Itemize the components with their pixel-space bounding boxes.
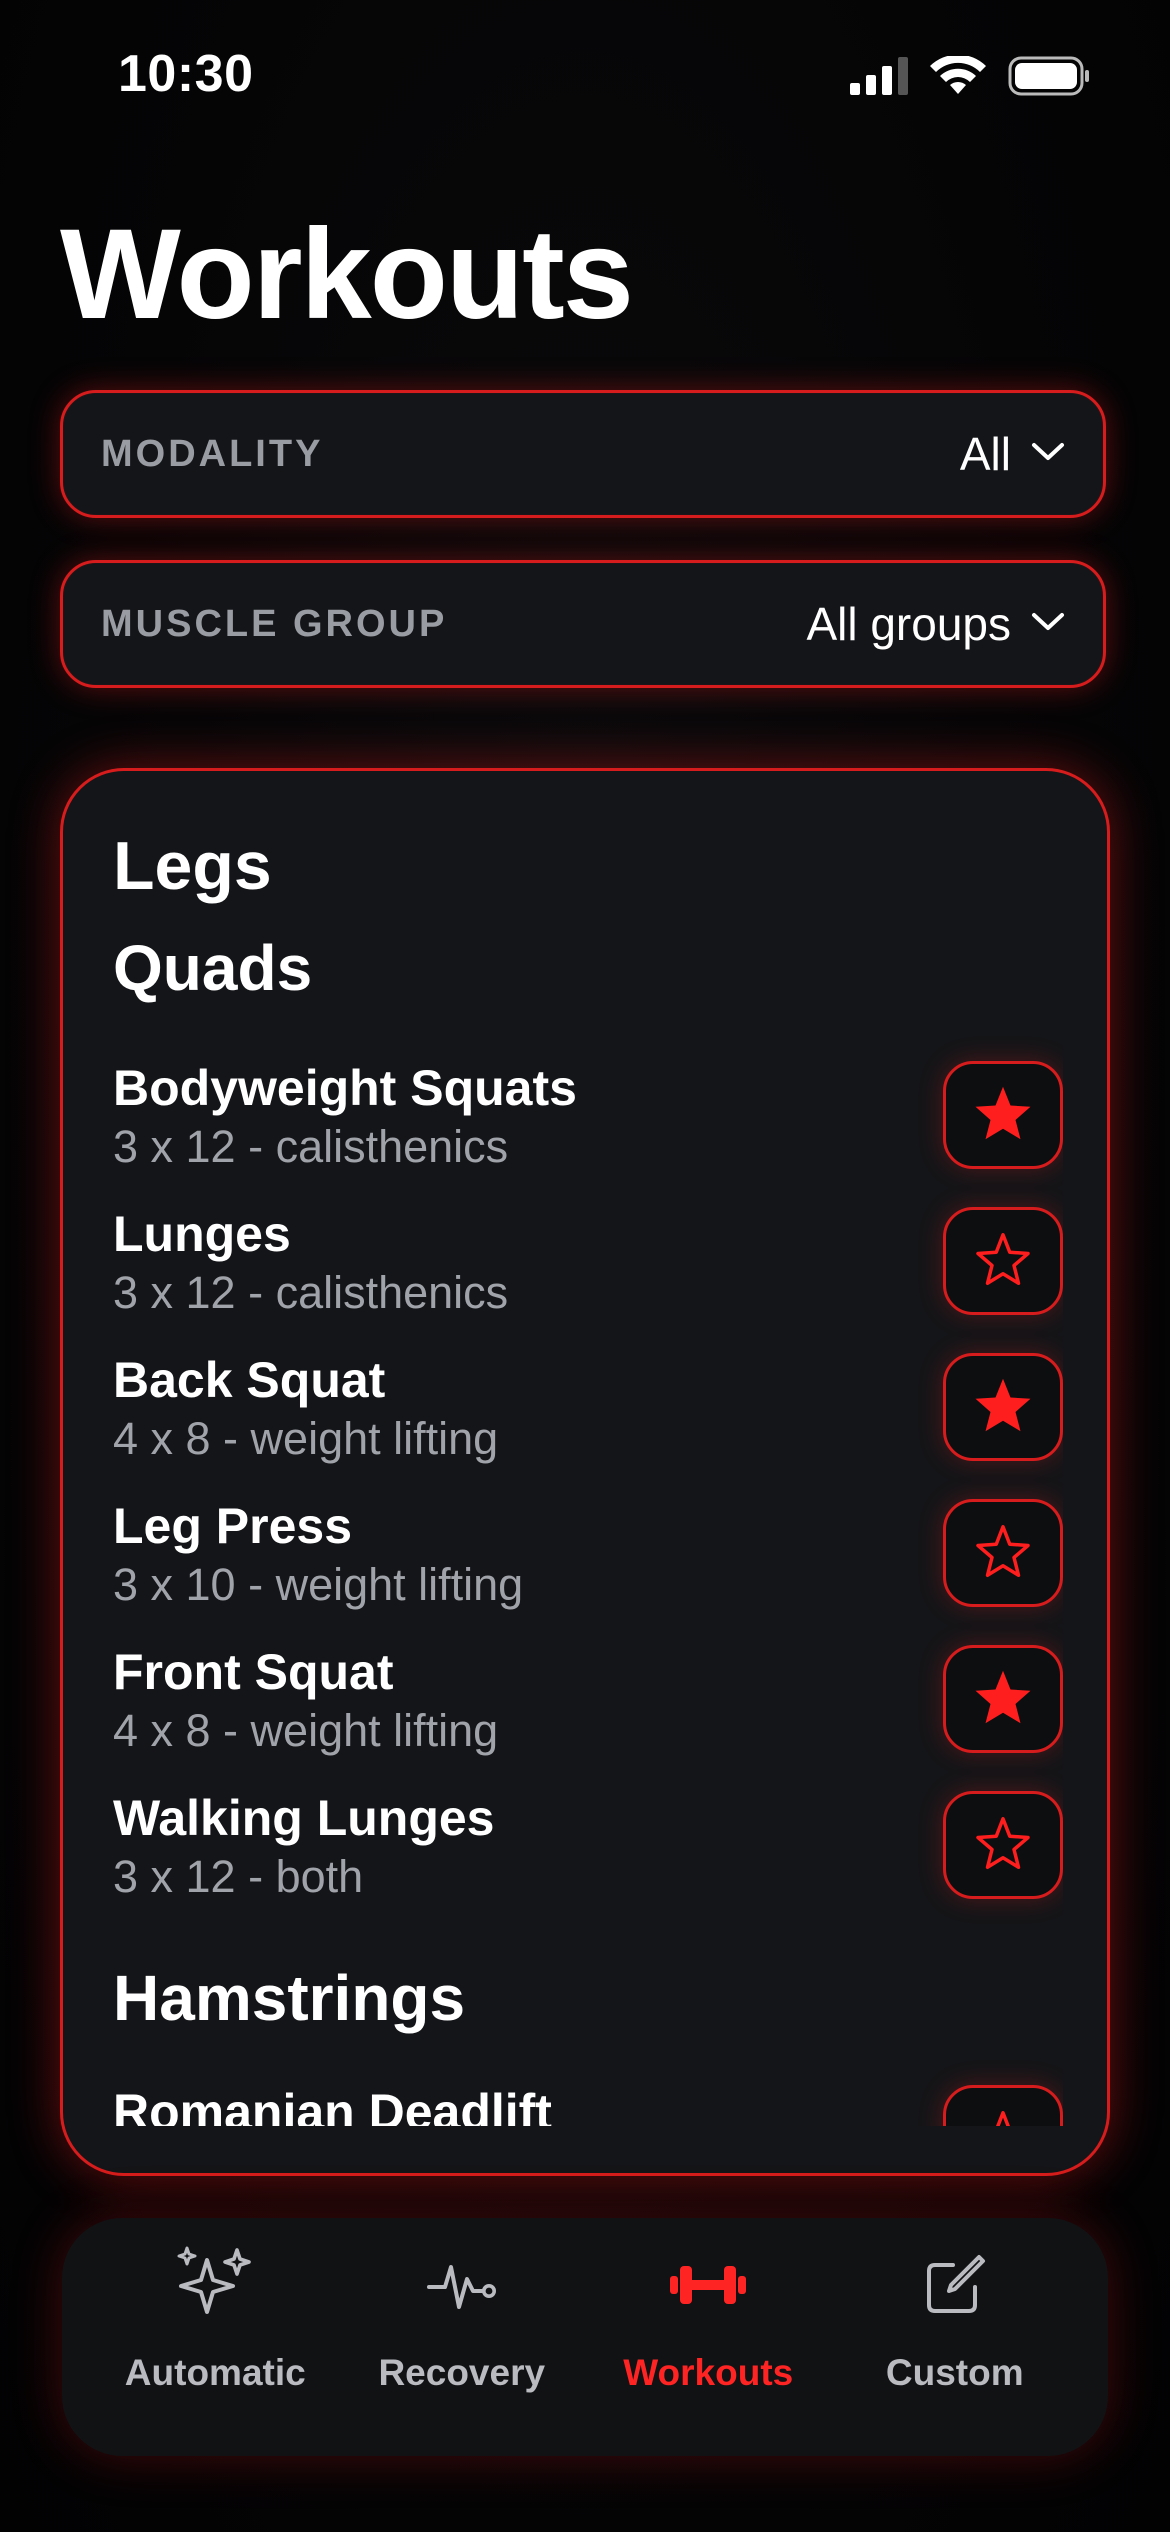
star-filled-icon	[973, 1376, 1033, 1439]
exercise-name: Front Squat	[113, 1644, 394, 1700]
star-outline-icon	[973, 2108, 1033, 2126]
modality-filter[interactable]: MODALITY All	[60, 390, 1106, 518]
exercise-detail: 3 x 12 - calisthenics	[113, 1267, 509, 1318]
tab-recovery[interactable]: Recovery	[347, 2240, 577, 2394]
favorite-button[interactable]	[943, 2085, 1063, 2126]
exercise-row[interactable]: Lunges 3 x 12 - calisthenics	[113, 1205, 1063, 1325]
tab-label: Automatic	[124, 2352, 306, 2393]
exercise-detail: 3 x 10 - weight lifting	[113, 1559, 524, 1610]
group-title: Legs	[113, 828, 272, 904]
star-outline-icon	[973, 1230, 1033, 1293]
tab-bar: Automatic Recovery Workouts Custom	[62, 2218, 1108, 2456]
exercise-detail: 4 x 8 - weight lifting	[113, 1413, 499, 1464]
exercise-name: Leg Press	[113, 1498, 353, 1554]
exercise-row[interactable]: Front Squat 4 x 8 - weight lifting	[113, 1643, 1063, 1763]
tab-label: Custom	[885, 2352, 1024, 2393]
exercise-detail: 3 x 12 - calisthenics	[113, 1121, 509, 1172]
modality-value: All	[959, 428, 1011, 480]
exercise-name: Lunges	[113, 1206, 291, 1262]
exercise-detail: 3 x 12 - both	[113, 1851, 364, 1902]
sparkles-icon	[175, 2240, 255, 2330]
wifi-icon	[930, 54, 986, 101]
tab-label: Recovery	[378, 2352, 546, 2393]
modality-label: MODALITY	[101, 432, 324, 475]
exercise-list-card[interactable]: Legs Quads Bodyweight Squats 3 x 12 - ca…	[60, 768, 1110, 2176]
exercise-row[interactable]: Bodyweight Squats 3 x 12 - calisthenics	[113, 1059, 1063, 1179]
status-icons	[850, 54, 1090, 101]
favorite-button[interactable]	[943, 1207, 1063, 1315]
workouts-screen: 10:30 Workouts MODALITY All MUSCLE GROUP…	[0, 0, 1170, 2532]
muscle-group-label: MUSCLE GROUP	[101, 602, 448, 645]
star-filled-icon	[973, 1084, 1033, 1147]
exercise-row[interactable]: Back Squat 4 x 8 - weight lifting	[113, 1351, 1063, 1471]
favorite-button[interactable]	[943, 1791, 1063, 1899]
status-bar: 10:30	[0, 0, 1170, 150]
muscle-group-select[interactable]: All groups	[806, 597, 1065, 651]
star-outline-icon	[973, 1814, 1033, 1877]
tab-automatic[interactable]: Automatic	[100, 2240, 330, 2394]
exercise-row[interactable]: Walking Lunges 3 x 12 - both	[113, 1789, 1063, 1909]
edit-square-icon	[923, 2240, 987, 2330]
battery-icon	[1008, 56, 1090, 101]
tab-workouts[interactable]: Workouts	[593, 2240, 823, 2394]
favorite-button[interactable]	[943, 1061, 1063, 1169]
status-time: 10:30	[118, 45, 254, 103]
favorite-button[interactable]	[943, 1499, 1063, 1607]
exercise-name: Back Squat	[113, 1352, 386, 1408]
dumbbell-icon	[670, 2240, 747, 2330]
muscle-group-filter[interactable]: MUSCLE GROUP All groups	[60, 560, 1106, 688]
page-title: Workouts	[60, 203, 634, 346]
muscle-group-value: All groups	[806, 598, 1011, 650]
exercise-name: Romanian Deadlift	[113, 2084, 552, 2126]
section-title-quads: Quads	[113, 932, 313, 1004]
chevron-down-icon	[1031, 441, 1065, 468]
exercise-list-scroll[interactable]: Legs Quads Bodyweight Squats 3 x 12 - ca…	[113, 771, 1063, 2126]
section-title-hamstrings: Hamstrings	[113, 1962, 466, 2034]
exercise-detail: 4 x 8 - weight lifting	[113, 1705, 499, 1756]
pulse-icon	[426, 2240, 497, 2330]
modality-select[interactable]: All	[960, 427, 1065, 481]
star-outline-icon	[973, 1522, 1033, 1585]
exercise-row[interactable]: Leg Press 3 x 10 - weight lifting	[113, 1497, 1063, 1617]
star-filled-icon	[973, 1668, 1033, 1731]
favorite-button[interactable]	[943, 1353, 1063, 1461]
chevron-down-icon	[1031, 611, 1065, 638]
exercise-name: Walking Lunges	[113, 1790, 495, 1846]
tab-custom[interactable]: Custom	[840, 2240, 1070, 2394]
tab-label: Workouts	[623, 2352, 794, 2393]
exercise-row[interactable]: Romanian Deadlift	[113, 2083, 1063, 2126]
favorite-button[interactable]	[943, 1645, 1063, 1753]
signal-icon	[850, 57, 908, 100]
exercise-name: Bodyweight Squats	[113, 1060, 577, 1116]
